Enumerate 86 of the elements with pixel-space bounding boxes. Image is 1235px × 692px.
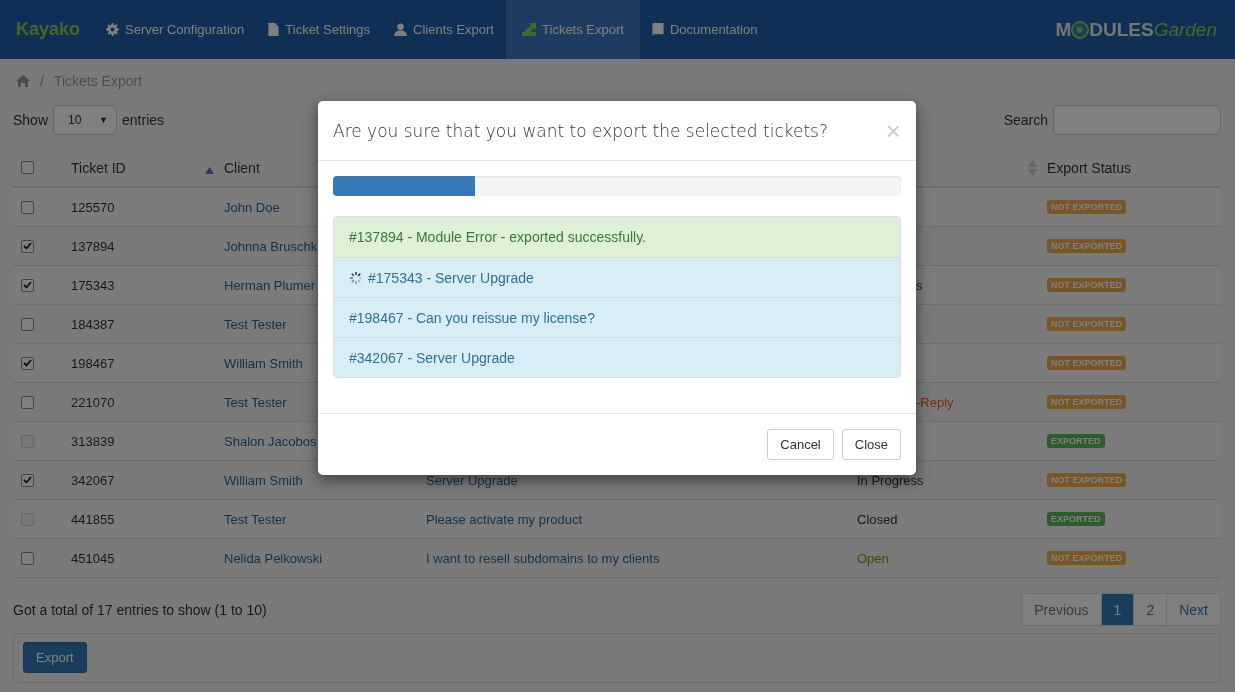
ticket-id: 175343 [71, 277, 115, 293]
export-log-item: #198467 - Can you reissue my license? [334, 297, 900, 337]
client-name[interactable]: Test Tester [224, 394, 287, 410]
ticket-id: 137894 [71, 238, 115, 254]
ticket-id: 221070 [71, 394, 115, 410]
row-checkbox[interactable] [21, 551, 34, 565]
row-checkbox[interactable] [21, 200, 34, 214]
ticket-id: 184387 [71, 316, 115, 332]
ticket-status: s [916, 277, 923, 293]
export-status: NOT EXPORTED [1047, 239, 1126, 253]
logo-text: DULES [1089, 18, 1154, 41]
export-log-item: #342067 - Server Upgrade [334, 337, 900, 377]
export-status: NOT EXPORTED [1047, 551, 1126, 565]
client-name[interactable]: William Smith [224, 472, 303, 488]
book-icon [652, 23, 664, 36]
entries-info: Got a total of 17 entries to show (1 to 10) [13, 601, 267, 618]
ticket-status: -Reply [916, 394, 954, 410]
nav-tab[interactable]: Ticket Settings [256, 0, 383, 59]
row-checkbox[interactable] [21, 317, 34, 331]
page-link[interactable]: 2 [1133, 594, 1167, 625]
ticket-id: 342067 [71, 472, 115, 488]
row-checkbox[interactable] [21, 356, 34, 370]
export-icon [522, 23, 537, 36]
export-status: NOT EXPORTED [1047, 356, 1126, 370]
export-status: NOT EXPORTED [1047, 278, 1126, 292]
page-link[interactable]: Next [1166, 594, 1220, 625]
caret-icon: ▼ [99, 115, 109, 125]
export-button[interactable]: Export [23, 642, 87, 673]
brand-name[interactable]: Kayako [16, 0, 81, 59]
nav-tab[interactable]: Tickets Export [506, 0, 640, 59]
gear-icon [106, 23, 120, 36]
show-label: Show [13, 112, 49, 128]
export-status: NOT EXPORTED [1047, 200, 1126, 214]
search-field[interactable] [1053, 105, 1221, 135]
page-link[interactable]: Previous [1022, 594, 1101, 625]
row-checkbox[interactable] [21, 239, 34, 253]
ticket-subject[interactable]: Server Upgrade [426, 472, 518, 488]
dialog-button[interactable]: Cancel [767, 429, 834, 460]
logo-text: M [1055, 18, 1072, 41]
row-checkbox[interactable] [21, 278, 34, 292]
select-all-checkbox[interactable] [21, 161, 34, 174]
ticket-status: In Progress [857, 472, 924, 488]
ticket-id: 198467 [71, 355, 115, 371]
column-header[interactable]: Client [224, 159, 260, 176]
logo-script: Garden [1153, 18, 1217, 41]
nav-tab[interactable]: Clients Export [382, 0, 506, 59]
export-log-item: #175343 - Server Upgrade [334, 257, 900, 297]
dialog-title: Are you sure that you want to export the selected tickets? [333, 120, 828, 141]
export-status: EXPORTED [1047, 512, 1105, 526]
client-name[interactable]: Nelida Pelkowski [224, 550, 323, 566]
column-header[interactable]: Ticket ID [71, 159, 126, 176]
ticket-id: 313839 [71, 433, 115, 449]
client-name[interactable]: Herman Plumer [224, 277, 316, 293]
sort-asc-icon [205, 167, 214, 174]
column-header[interactable]: Export Status [1047, 159, 1132, 176]
globe-icon [1071, 20, 1090, 39]
export-log-item: #137894 - Module Error - exported successfully. [334, 217, 900, 257]
client-name[interactable]: Johnna Bruschk [224, 238, 318, 254]
client-name[interactable]: Test Tester [224, 316, 287, 332]
user-icon [394, 23, 408, 36]
ticket-status: Open [857, 550, 889, 566]
ticket-subject[interactable]: I want to resell subdomains to my clients [426, 550, 660, 566]
client-name[interactable]: William Smith [224, 355, 303, 371]
breadcrumb-separator: / [40, 73, 44, 89]
dialog-button[interactable]: Close [841, 429, 901, 460]
ticket-id: 451045 [71, 550, 115, 566]
export-status: EXPORTED [1047, 434, 1105, 448]
client-name[interactable]: John Doe [224, 199, 280, 215]
page-link[interactable]: 1 [1100, 594, 1134, 625]
spinner-icon [349, 270, 363, 285]
entries-label: entries [122, 112, 165, 128]
document-icon [268, 23, 280, 36]
row-checkbox[interactable] [21, 395, 34, 409]
close-button[interactable]: × [885, 117, 901, 144]
nav-tab[interactable]: Server Configuration [94, 0, 257, 59]
search-label: Search [1003, 112, 1048, 128]
ticket-id: 441855 [71, 511, 115, 527]
ticket-id: 125570 [71, 199, 115, 215]
export-status: NOT EXPORTED [1047, 317, 1126, 331]
ticket-status: Closed [857, 511, 898, 527]
entries-select[interactable]: 10 ▼ [53, 105, 118, 135]
home-icon[interactable] [16, 75, 30, 87]
export-status: NOT EXPORTED [1047, 395, 1126, 409]
export-status: NOT EXPORTED [1047, 473, 1126, 487]
nav-tab[interactable]: Documentation [640, 0, 770, 59]
row-checkbox[interactable] [21, 473, 34, 487]
